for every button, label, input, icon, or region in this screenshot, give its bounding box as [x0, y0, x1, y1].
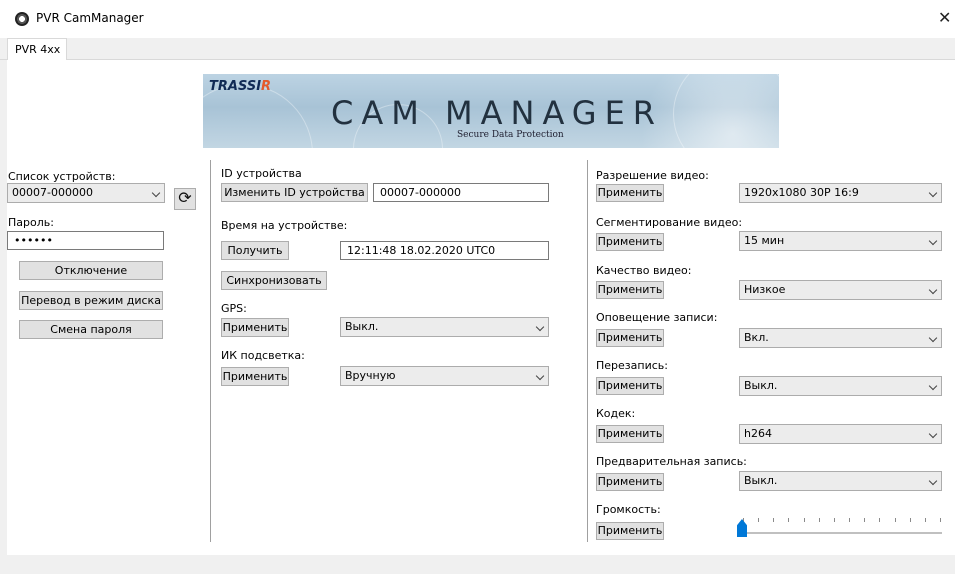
setting-select[interactable]: h264 [739, 424, 942, 444]
slider-tick [895, 518, 896, 522]
ir-select[interactable]: Вручную [340, 366, 549, 386]
setting-label: Оповещение записи: [596, 311, 718, 324]
slider-tick [804, 518, 805, 522]
apply-button[interactable]: Применить [596, 184, 664, 202]
volume-label: Громкость: [596, 503, 661, 516]
device-select[interactable]: 00007-000000 [7, 183, 165, 203]
apply-button[interactable]: Применить [596, 329, 664, 347]
app-icon [15, 12, 29, 26]
setting-label: Качество видео: [596, 264, 692, 277]
chevron-down-icon [928, 236, 938, 246]
gps-label: GPS: [221, 302, 247, 315]
apply-button[interactable]: Применить [596, 281, 664, 299]
trassir-banner: TRASSIR CAM MANAGER Secure Data Protecti… [203, 74, 779, 148]
setting-label: Кодек: [596, 407, 636, 420]
setting-select[interactable]: Выкл. [739, 471, 942, 491]
slider-tick [834, 518, 835, 522]
get-time-button[interactable]: Получить [221, 241, 289, 260]
chevron-down-icon [928, 333, 938, 343]
slider-tick [819, 518, 820, 522]
setting-select[interactable]: 1920x1080 30P 16:9 [739, 183, 942, 203]
disconnect-button[interactable]: Отключение [19, 261, 163, 280]
volume-apply-button[interactable]: Применить [596, 522, 664, 540]
slider-tick [849, 518, 850, 522]
change-password-button[interactable]: Смена пароля [19, 320, 163, 339]
setting-label: Перезапись: [596, 359, 668, 372]
slider-tick [879, 518, 880, 522]
setting-select[interactable]: Выкл. [739, 376, 942, 396]
devices-label: Список устройств: [8, 170, 116, 183]
slider-tick [758, 518, 759, 522]
ir-apply-button[interactable]: Применить [221, 367, 289, 386]
gps-apply-button[interactable]: Применить [221, 318, 289, 337]
close-icon[interactable]: ✕ [938, 8, 951, 27]
chevron-down-icon [928, 429, 938, 439]
apply-button[interactable]: Применить [596, 377, 664, 395]
banner-subtitle: Secure Data Protection [457, 130, 564, 140]
slider-tick [940, 518, 941, 522]
trassir-logo: TRASSIR [209, 79, 272, 94]
gps-select[interactable]: Выкл. [340, 317, 549, 337]
setting-select[interactable]: Вкл. [739, 328, 942, 348]
change-id-button[interactable]: Изменить ID устройства [221, 183, 368, 202]
chevron-down-icon [535, 322, 545, 332]
slider-tick [925, 518, 926, 522]
refresh-icon: ⟳ [178, 188, 192, 207]
device-id-field[interactable]: 00007-000000 [373, 183, 549, 202]
setting-label: Разрешение видео: [596, 169, 709, 182]
password-field[interactable]: •••••• [7, 231, 164, 250]
chevron-down-icon [928, 188, 938, 198]
apply-button[interactable]: Применить [596, 233, 664, 251]
divider-left [210, 160, 211, 542]
tab-pvr-4xx[interactable]: PVR 4xx [7, 38, 67, 61]
window-title: PVR CamManager [36, 11, 144, 25]
setting-select[interactable]: Низкое [739, 280, 942, 300]
slider-tick [788, 518, 789, 522]
device-time-field[interactable]: 12:11:48 18.02.2020 UTC0 [340, 241, 549, 260]
divider-right [587, 160, 588, 542]
tab-strip [0, 38, 955, 60]
device-id-label: ID устройства [221, 167, 302, 180]
chevron-down-icon [535, 371, 545, 381]
status-bar [0, 555, 955, 574]
refresh-button[interactable]: ⟳ [174, 188, 196, 210]
disk-mode-button[interactable]: Перевод в режим диска [19, 291, 163, 310]
chevron-down-icon [928, 476, 938, 486]
device-time-label: Время на устройстве: [221, 219, 348, 232]
apply-button[interactable]: Применить [596, 473, 664, 491]
password-label: Пароль: [8, 216, 54, 229]
setting-label: Сегментирование видео: [596, 216, 743, 229]
chevron-down-icon [928, 381, 938, 391]
apply-button[interactable]: Применить [596, 425, 664, 443]
slider-tick [910, 518, 911, 522]
slider-tick [864, 518, 865, 522]
sync-button[interactable]: Синхронизовать [221, 271, 327, 290]
setting-label: Предварительная запись: [596, 455, 747, 468]
slider-tick [773, 518, 774, 522]
setting-select[interactable]: 15 мин [739, 231, 942, 251]
volume-slider-track[interactable] [741, 532, 942, 534]
chevron-down-icon [928, 285, 938, 295]
ir-label: ИК подсветка: [221, 349, 305, 362]
banner-title: CAM MANAGER [331, 94, 664, 132]
chevron-down-icon [151, 188, 161, 198]
